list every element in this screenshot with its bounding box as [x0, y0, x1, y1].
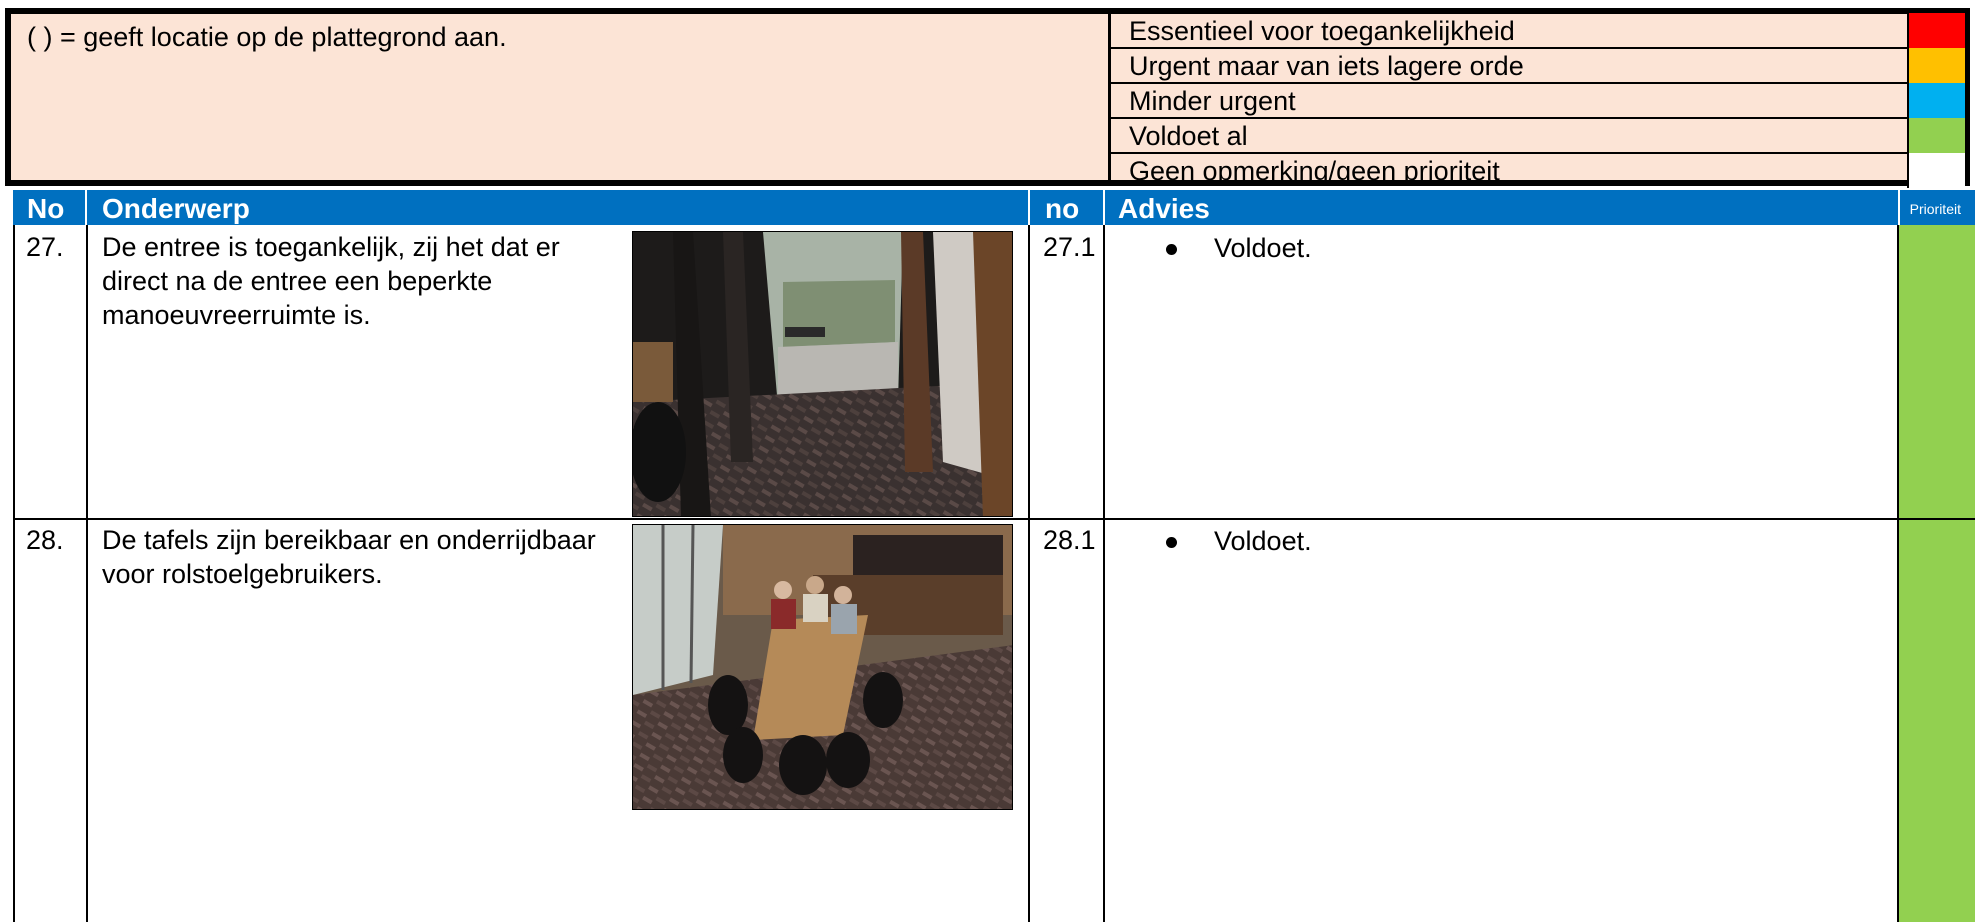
table-header: No Onderwerp no Advies Prioriteit	[13, 190, 1975, 225]
bullet-icon	[1166, 537, 1177, 548]
legend-label: Voldoet al	[1129, 121, 1248, 151]
row-number: 28.	[26, 525, 64, 555]
white-swatch	[1907, 153, 1965, 188]
legend-label: Essentieel voor toegankelijkheid	[1129, 16, 1515, 46]
legend-row-urgent: Urgent maar van iets lagere orde	[1111, 48, 1965, 84]
grid-line	[1028, 225, 1030, 922]
header-advice: Advies	[1118, 193, 1210, 224]
bullet-icon	[1166, 244, 1177, 255]
legend-label: Urgent maar van iets lagere orde	[1129, 51, 1524, 81]
row-topic: De tafels zijn bereikbaar en onderrijdba…	[102, 525, 596, 589]
row-topic: De entree is toegankelijk, zij het dat e…	[102, 232, 560, 330]
red-swatch	[1907, 13, 1965, 48]
sub-number: 28.1	[1043, 525, 1096, 555]
header-separator	[1898, 190, 1900, 225]
header-separator	[1028, 190, 1030, 225]
legend-label: Geen opmerking/geen prioriteit	[1129, 156, 1500, 186]
header-separator	[1103, 190, 1105, 225]
header-sub-no: no	[1045, 193, 1080, 224]
row-number: 27.	[26, 232, 64, 262]
header-topic: Onderwerp	[102, 193, 250, 224]
header-no: No	[27, 193, 65, 224]
orange-swatch	[1907, 48, 1965, 83]
grid-line	[13, 225, 15, 922]
green-swatch	[1907, 118, 1965, 153]
row-divider	[13, 518, 1975, 520]
legend-row-complies: Voldoet al	[1111, 118, 1965, 154]
priority-indicator-column	[1898, 225, 1975, 922]
priority-legend: ( ) = geeft locatie op de plattegrond aa…	[5, 8, 1970, 189]
advice-text: Voldoet.	[1214, 233, 1312, 263]
grid-line	[1103, 225, 1105, 922]
legend-note: ( ) = geeft locatie op de plattegrond aa…	[27, 22, 507, 52]
header-separator	[85, 190, 87, 225]
legend-label: Minder urgent	[1129, 86, 1296, 116]
header-priority: Prioriteit	[1909, 201, 1961, 217]
blue-swatch	[1907, 83, 1965, 118]
dining-tables-photo	[632, 524, 1013, 810]
grid-line	[86, 225, 88, 922]
entrance-doorway-photo	[632, 231, 1013, 517]
grid-line	[1897, 225, 1899, 922]
legend-row-essential: Essentieel voor toegankelijkheid	[1111, 13, 1965, 49]
advice-text: Voldoet.	[1214, 526, 1312, 556]
sub-number: 27.1	[1043, 232, 1096, 262]
legend-row-no-remark: Geen opmerking/geen prioriteit	[1111, 153, 1965, 189]
legend-row-less-urgent: Minder urgent	[1111, 83, 1965, 119]
